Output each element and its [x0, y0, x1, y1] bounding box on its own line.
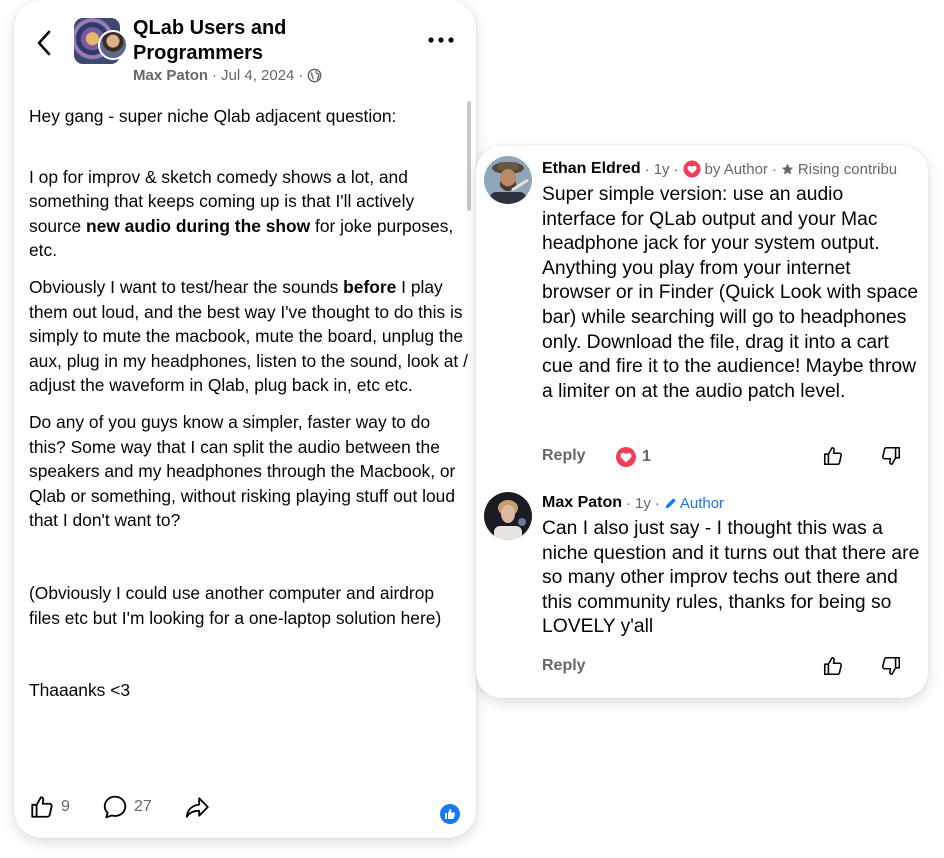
comments-card: Ethan Eldred · 1y · by Author · Rising c…: [476, 146, 928, 698]
group-title[interactable]: QLab Users and Programmers: [133, 16, 353, 66]
comment-text: Super simple version: use an audio inter…: [542, 184, 919, 402]
more-options-button[interactable]: [426, 28, 456, 52]
author-liked-badge: by Author: [704, 160, 768, 178]
share-arrow-icon: [185, 797, 209, 818]
globe-icon: [307, 68, 322, 83]
post-paragraph: Obviously I want to test/hear the sounds…: [29, 276, 468, 396]
post-body: Hey gang - super niche Qlab adjacent que…: [29, 104, 469, 715]
downvote-button[interactable]: [880, 445, 902, 472]
reaction-count: 1: [642, 448, 651, 465]
comment-actions: Reply: [542, 655, 922, 683]
comment-age: 1y: [653, 160, 670, 178]
like-reaction-badge: [440, 804, 460, 824]
comment-text: Can I also just say - I thought this was…: [542, 518, 920, 638]
meta-separator: ·: [626, 494, 632, 512]
rising-contributor-badge: Rising contribu: [797, 160, 898, 178]
thumbs-up-icon: [445, 809, 456, 819]
thumbs-up-icon: [823, 446, 842, 466]
comment-header: Max Paton · 1y · Author: [542, 494, 724, 512]
thumbs-up-icon: [31, 796, 53, 818]
like-button[interactable]: 9: [29, 794, 70, 820]
avatar[interactable]: [484, 156, 532, 204]
comment-actions: Reply 1: [542, 445, 922, 473]
heart-icon: [616, 447, 636, 467]
post-paragraph: I op for improv & sketch comedy shows a …: [29, 166, 454, 261]
comment-count: 27: [134, 798, 152, 815]
author-badge-label: Author: [679, 494, 725, 512]
upvote-button[interactable]: [822, 655, 844, 682]
comment-author[interactable]: Ethan Eldred: [542, 160, 641, 178]
meta-separator: ·: [298, 67, 304, 84]
author-avatar[interactable]: [98, 30, 128, 60]
author-badge: Author: [664, 495, 724, 512]
comment: Max Paton · 1y · Author Can I also just …: [476, 484, 928, 694]
meta-separator: ·: [212, 67, 218, 84]
reply-button[interactable]: Reply: [542, 657, 586, 675]
reaction-summary[interactable]: 1: [616, 447, 651, 467]
back-button[interactable]: [32, 28, 56, 58]
more-dots-icon: [428, 37, 454, 43]
avatar[interactable]: [484, 492, 532, 540]
comment-bubble-icon: [103, 795, 127, 819]
chevron-left-icon: [37, 30, 51, 56]
post-paragraph: Thaaanks <3: [29, 680, 131, 701]
star-icon: [781, 163, 794, 175]
meta-separator: ·: [673, 160, 679, 178]
share-button[interactable]: [184, 794, 210, 820]
like-count: 9: [61, 798, 70, 815]
thumbs-down-icon: [882, 446, 901, 466]
downvote-button[interactable]: [880, 655, 902, 682]
post-date[interactable]: Jul 4, 2024: [221, 67, 294, 84]
meta-separator: ·: [654, 494, 660, 512]
post-paragraph: (Obviously I could use another computer …: [29, 582, 442, 628]
thumbs-up-icon: [823, 656, 842, 676]
comment-header: Ethan Eldred · 1y · by Author · Rising c…: [542, 160, 897, 178]
post-author[interactable]: Max Paton: [133, 67, 208, 84]
comment-author[interactable]: Max Paton: [542, 494, 622, 512]
pencil-icon: [665, 497, 676, 508]
upvote-button[interactable]: [822, 445, 844, 472]
comment: Ethan Eldred · 1y · by Author · Rising c…: [476, 146, 928, 476]
post-card: QLab Users and Programmers Max Paton · J…: [14, 0, 476, 838]
meta-separator: ·: [644, 160, 650, 178]
post-meta: Max Paton · Jul 4, 2024 ·: [133, 67, 322, 84]
post-actions: 9 27: [14, 794, 476, 830]
post-paragraph: Do any of you guys know a simpler, faste…: [29, 411, 456, 531]
post-header: QLab Users and Programmers Max Paton · J…: [14, 0, 476, 92]
meta-separator: ·: [771, 160, 777, 178]
comment-age: 1y: [635, 494, 651, 512]
reply-button[interactable]: Reply: [542, 447, 586, 465]
post-paragraph: Hey gang - super niche Qlab adjacent que…: [29, 106, 397, 126]
comment-button[interactable]: 27: [102, 794, 152, 820]
thumbs-down-icon: [882, 656, 901, 676]
heart-icon: [682, 160, 701, 178]
